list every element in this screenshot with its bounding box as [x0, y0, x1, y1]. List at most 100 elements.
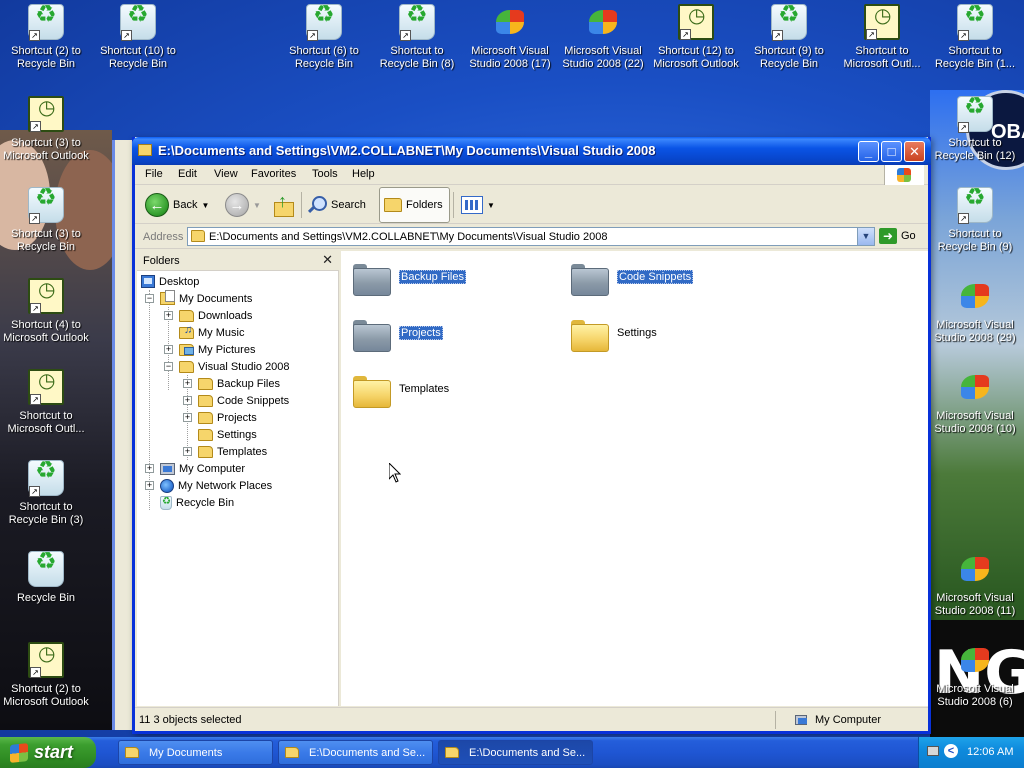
expand-icon[interactable]: +: [183, 413, 192, 422]
desktop-icon-recycle-10[interactable]: ↗ Shortcut (10) to Recycle Bin: [92, 4, 184, 71]
desktop-icon-outlook-4[interactable]: ↗ Shortcut (4) to Microsoft Outlook: [0, 278, 92, 345]
tree-item-my-pictures[interactable]: My Pictures: [179, 341, 255, 358]
tree-item-my-network-places[interactable]: My Network Places: [160, 477, 272, 494]
menu-file[interactable]: File: [145, 168, 163, 180]
desktop-icon-outlook[interactable]: ↗ Shortcut to Microsoft Outl...: [836, 4, 928, 71]
expand-icon[interactable]: +: [145, 481, 154, 490]
taskbar: start My Documents E:\Documents and Se..…: [0, 737, 1024, 768]
menu-help[interactable]: Help: [352, 168, 375, 180]
desktop-icon-vs-29[interactable]: Microsoft Visual Studio 2008 (29): [929, 278, 1021, 345]
tree-item-my-computer[interactable]: My Computer: [160, 460, 245, 477]
tree-item-templates[interactable]: Templates: [198, 443, 267, 460]
clock[interactable]: 12:06 AM: [967, 746, 1013, 758]
maximize-button[interactable]: □: [881, 141, 902, 162]
expand-icon[interactable]: +: [183, 396, 192, 405]
desktop-icon-label: Microsoft Visual Studio 2008 (6): [936, 683, 1014, 708]
desktop-icon-vs-17[interactable]: Microsoft Visual Studio 2008 (17): [464, 4, 556, 71]
my-pictures-icon: [179, 343, 194, 356]
collapse-icon[interactable]: −: [164, 362, 173, 371]
expand-icon[interactable]: +: [183, 379, 192, 388]
desktop-icon-recycle-9b[interactable]: ↗ Shortcut to Recycle Bin (9): [929, 187, 1021, 254]
up-button[interactable]: [273, 191, 294, 219]
back-arrow-icon: ←: [145, 193, 169, 217]
desktop-icon-recycle-8[interactable]: ↗ Shortcut to Recycle Bin (8): [371, 4, 463, 71]
outlook-icon: ↗: [28, 369, 64, 405]
menu-edit[interactable]: Edit: [178, 168, 197, 180]
desktop-icon-recycle-3b[interactable]: ↗ Shortcut to Recycle Bin (3): [0, 460, 92, 527]
tree-item-code-snippets[interactable]: Code Snippets: [198, 392, 289, 409]
back-tray-icon[interactable]: <: [944, 744, 958, 758]
expand-icon[interactable]: +: [164, 345, 173, 354]
desktop-icon-outlook-b[interactable]: ↗ Shortcut to Microsoft Outl...: [0, 369, 92, 436]
menu-favorites[interactable]: Favorites: [251, 168, 296, 180]
desktop-icon-outlook-3[interactable]: ↗ Shortcut (3) to Microsoft Outlook: [0, 96, 92, 163]
folders-pane-title: Folders: [143, 255, 180, 267]
taskbar-item-label: My Documents: [149, 746, 223, 759]
desktop-icon-label: Shortcut to Microsoft Outl...: [843, 45, 921, 70]
shortcut-arrow-icon: ↗: [958, 213, 969, 224]
desktop-icon-recycle-bin[interactable]: Recycle Bin: [0, 551, 92, 605]
desktop-icon-recycle-3[interactable]: ↗ Shortcut (3) to Recycle Bin: [0, 187, 92, 254]
tree-item-visual-studio-2008[interactable]: Visual Studio 2008: [179, 358, 290, 375]
desktop-icon-vs-6[interactable]: Microsoft Visual Studio 2008 (6): [929, 642, 1021, 709]
go-button[interactable]: ➜ Go: [879, 228, 916, 244]
desktop-icon-recycle-12[interactable]: ↗ Shortcut to Recycle Bin (12): [929, 96, 1021, 163]
folder-item-backup-files[interactable]: Backup Files: [353, 261, 466, 296]
forward-button[interactable]: → ▼: [225, 191, 261, 219]
chevron-down-icon[interactable]: ▼: [201, 201, 209, 210]
folder-item-projects[interactable]: Projects: [353, 317, 443, 352]
tree-item-projects[interactable]: Projects: [198, 409, 257, 426]
expand-icon[interactable]: +: [164, 311, 173, 320]
folder-item-code-snippets[interactable]: Code Snippets: [571, 261, 694, 296]
taskbar-item-explorer-2[interactable]: E:\Documents and Se...: [438, 740, 593, 765]
views-button[interactable]: ▼: [461, 191, 495, 219]
address-field[interactable]: E:\Documents and Settings\VM2.COLLABNET\…: [187, 227, 875, 246]
expand-icon[interactable]: +: [145, 464, 154, 473]
tree-item-settings[interactable]: Settings: [198, 426, 257, 443]
desktop-icon-recycle-6[interactable]: ↗ Shortcut (6) to Recycle Bin: [278, 4, 370, 71]
tree-item-downloads[interactable]: Downloads: [179, 307, 252, 324]
collapse-icon[interactable]: −: [145, 294, 154, 303]
menu-view[interactable]: View: [214, 168, 238, 180]
desktop-icon-outlook-2[interactable]: ↗ Shortcut (2) to Microsoft Outlook: [0, 642, 92, 709]
desktop-icon-recycle-1x[interactable]: ↗ Shortcut to Recycle Bin (1...: [929, 4, 1021, 71]
taskbar-item-my-documents[interactable]: My Documents: [118, 740, 273, 765]
taskbar-item-explorer-1[interactable]: E:\Documents and Se...: [278, 740, 433, 765]
network-tray-icon[interactable]: [927, 746, 939, 756]
folder-icon: [353, 317, 391, 352]
tree-item-backup-files[interactable]: Backup Files: [198, 375, 280, 392]
folder-icon: [125, 747, 139, 758]
window-titlebar[interactable]: E:\Documents and Settings\VM2.COLLABNET\…: [132, 137, 931, 165]
search-button[interactable]: Search: [307, 191, 366, 219]
desktop-icon-recycle-9[interactable]: ↗ Shortcut (9) to Recycle Bin: [743, 4, 835, 71]
recycle-bin-icon: ↗: [957, 96, 993, 133]
close-button[interactable]: ✕: [904, 141, 925, 162]
folder-item-settings[interactable]: Settings: [571, 317, 657, 352]
desktop-icon-recycle-2[interactable]: ↗ Shortcut (2) to Recycle Bin: [0, 4, 92, 71]
folders-pane: Folders ✕ Desktop − My Documents + Downl…: [137, 251, 339, 706]
tree-item-desktop[interactable]: Desktop: [141, 273, 199, 290]
chevron-down-icon[interactable]: ▼: [253, 201, 261, 210]
start-button[interactable]: start: [0, 737, 96, 768]
shortcut-arrow-icon: ↗: [30, 121, 41, 132]
desktop-icon-label: Shortcut (6) to Recycle Bin: [289, 45, 359, 70]
menu-tools[interactable]: Tools: [312, 168, 338, 180]
desktop-icon-vs-11[interactable]: Microsoft Visual Studio 2008 (11): [929, 551, 1021, 618]
desktop-icon-vs-10[interactable]: Microsoft Visual Studio 2008 (10): [929, 369, 1021, 436]
chevron-down-icon[interactable]: ▼: [857, 228, 874, 245]
status-zone-label: My Computer: [815, 714, 882, 726]
desktop-icon-label: Microsoft Visual Studio 2008 (17): [469, 45, 551, 70]
desktop-icon-outlook-12[interactable]: ↗ Shortcut (12) to Microsoft Outlook: [650, 4, 742, 71]
tree-item-my-documents[interactable]: My Documents: [160, 290, 252, 307]
folders-button[interactable]: Folders: [379, 187, 450, 223]
tree-item-recycle-bin[interactable]: Recycle Bin: [160, 494, 234, 511]
minimize-button[interactable]: _: [858, 141, 879, 162]
close-icon[interactable]: ✕: [322, 252, 333, 268]
expand-icon[interactable]: +: [183, 447, 192, 456]
chevron-down-icon: ▼: [487, 200, 495, 210]
desktop-icon-vs-22[interactable]: Microsoft Visual Studio 2008 (22): [557, 4, 649, 71]
folder-item-templates[interactable]: Templates: [353, 373, 449, 408]
shortcut-arrow-icon: ↗: [958, 122, 969, 133]
tree-item-my-music[interactable]: My Music: [179, 324, 244, 341]
back-button[interactable]: ← Back ▼: [145, 191, 209, 219]
